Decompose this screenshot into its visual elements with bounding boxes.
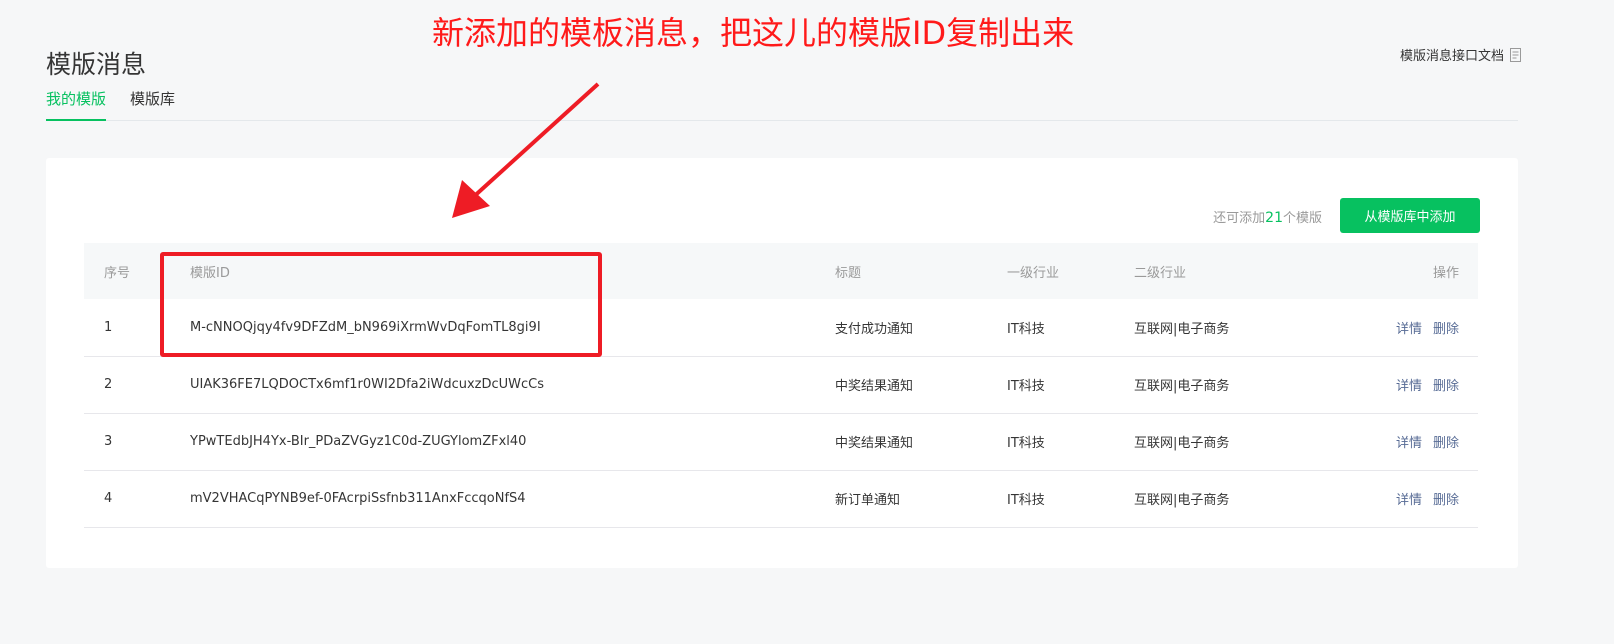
delete-link[interactable]: 删除 (1433, 379, 1459, 394)
header-title: 标题 (835, 265, 862, 281)
table-row: 2 UIAK36FE7LQDOCTx6mf1r0WI2Dfa2iWdcuxzDc… (84, 356, 1478, 413)
row-actions: 详情 删除 (1315, 413, 1478, 470)
detail-link[interactable]: 详情 (1396, 322, 1422, 337)
tab-bar: 我的模版 模版库 (46, 86, 1518, 121)
row-title: 中奖结果通知 (835, 436, 914, 451)
annotation-text: 新添加的模板消息，把这儿的模版ID复制出来 (432, 14, 1075, 52)
tab-template-library[interactable]: 模版库 (130, 86, 175, 119)
doc-link-label: 模版消息接口文档 (1399, 49, 1504, 64)
quota-text: 还可添加21个模版 (1213, 207, 1322, 226)
template-list-card: 还可添加21个模版 从模版库中添加 序号 模版ID 标题 一级行业 二级行业 操… (46, 158, 1518, 568)
row-index: 4 (104, 491, 113, 506)
row-industry1: IT科技 (1007, 493, 1045, 508)
detail-link[interactable]: 详情 (1396, 493, 1422, 508)
row-title: 中奖结果通知 (835, 379, 914, 394)
header-industry1: 一级行业 (1007, 265, 1060, 281)
row-template-id: YPwTEdbJH4Yx-BIr_PDaZVGyz1C0d-ZUGYlomZFx… (190, 434, 527, 449)
row-title: 支付成功通知 (835, 321, 914, 337)
row-index: 3 (104, 434, 113, 449)
quota-count: 21 (1265, 210, 1283, 226)
tab-my-templates[interactable]: 我的模版 (46, 86, 107, 121)
document-icon (1510, 47, 1521, 62)
row-industry2: 互联网|电子商务 (1134, 321, 1230, 337)
table-row: 3 YPwTEdbJH4Yx-BIr_PDaZVGyz1C0d-ZUGYlomZ… (84, 413, 1478, 470)
delete-link[interactable]: 删除 (1433, 322, 1459, 337)
header-actions: 操作 (1432, 265, 1459, 281)
annotation-highlight-box (160, 252, 602, 357)
header-industry2: 二级行业 (1134, 265, 1187, 281)
row-industry2: 互联网|电子商务 (1134, 493, 1230, 508)
row-index: 2 (104, 377, 113, 392)
row-industry2: 互联网|电子商务 (1134, 379, 1230, 394)
row-template-id: UIAK36FE7LQDOCTx6mf1r0WI2Dfa2iWdcuxzDcUW… (190, 377, 545, 392)
delete-link[interactable]: 删除 (1433, 436, 1459, 451)
row-actions: 详情 删除 (1315, 470, 1478, 527)
row-industry1: IT科技 (1007, 321, 1045, 337)
table-row: 4 mV2VHACqPYNB9ef-0FAcrpiSsfnb311AnxFccq… (84, 470, 1478, 527)
row-actions: 详情 删除 (1315, 299, 1478, 356)
row-title: 新订单通知 (835, 493, 901, 508)
add-from-library-button[interactable]: 从模版库中添加 (1340, 198, 1480, 233)
page-title: 模版消息 (46, 49, 147, 79)
detail-link[interactable]: 详情 (1396, 436, 1422, 451)
row-industry2: 互联网|电子商务 (1134, 436, 1230, 451)
row-industry1: IT科技 (1007, 436, 1045, 451)
row-industry1: IT科技 (1007, 379, 1045, 394)
row-template-id: mV2VHACqPYNB9ef-0FAcrpiSsfnb311AnxFccqoN… (190, 491, 526, 506)
row-actions: 详情 删除 (1315, 356, 1478, 413)
delete-link[interactable]: 删除 (1433, 493, 1459, 508)
detail-link[interactable]: 详情 (1396, 379, 1422, 394)
quota-suffix: 个模版 (1282, 211, 1322, 226)
quota-prefix: 还可添加 (1213, 211, 1266, 226)
doc-link[interactable]: 模版消息接口文档 (1400, 45, 1521, 64)
